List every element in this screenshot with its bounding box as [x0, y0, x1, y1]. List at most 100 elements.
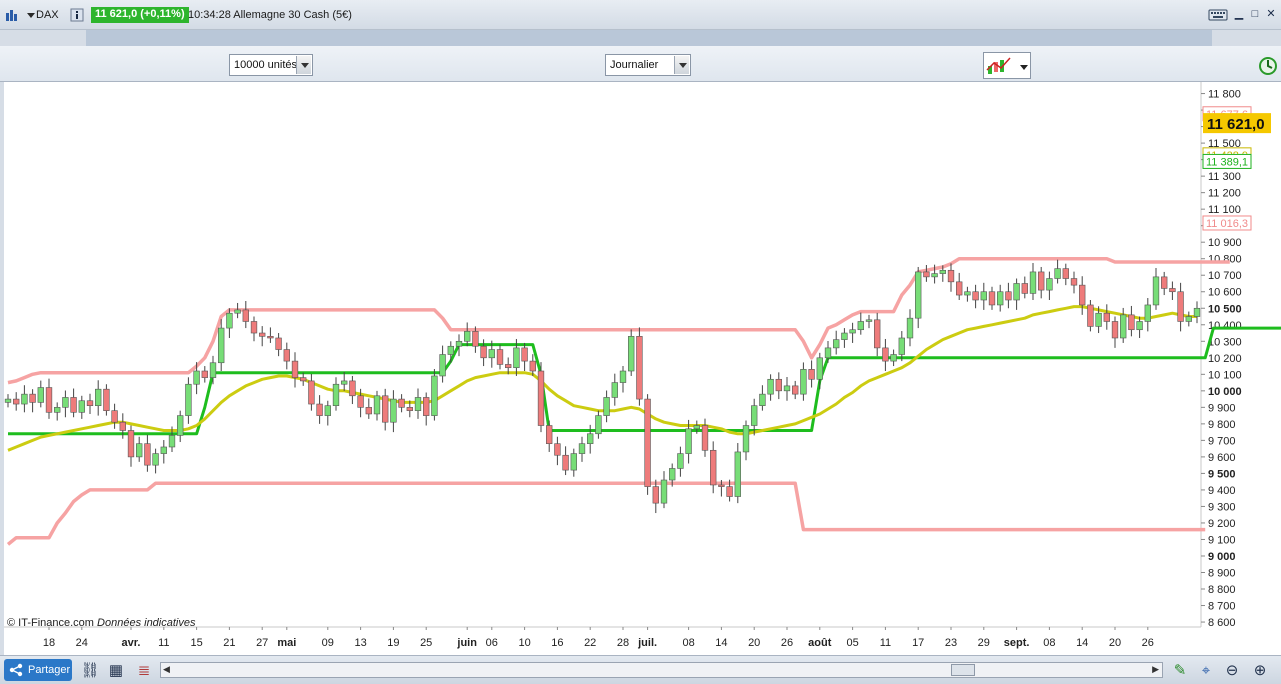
candle	[1013, 283, 1020, 301]
candle	[578, 443, 586, 454]
candle	[767, 378, 774, 395]
candle	[587, 433, 594, 444]
x-tick-label: 14	[1076, 637, 1088, 649]
bars-settings-icon[interactable]: ≣	[134, 661, 154, 681]
candle	[915, 271, 922, 319]
candle	[923, 271, 930, 278]
x-tick-label: 22	[584, 637, 596, 649]
scrollbar-thumb[interactable]	[951, 664, 975, 676]
y-tick-label: 9 100	[1208, 534, 1236, 546]
calculator-icon[interactable]: ▦	[106, 661, 126, 681]
candle	[37, 387, 44, 403]
candle	[546, 425, 553, 444]
candle	[898, 337, 905, 355]
x-tick-label: 26	[781, 637, 793, 649]
y-tick-label: 10 200	[1208, 353, 1242, 365]
scroll-left-icon[interactable]: ◀	[163, 664, 170, 675]
horizontal-scrollbar[interactable]: ◀ ▶	[160, 662, 1163, 678]
watermark-note: Données indicatives	[97, 617, 196, 629]
y-tick-label: 10 500	[1208, 303, 1242, 315]
candlestick-chart[interactable]: 11 80011 70011 60011 50011 40011 30011 2…	[4, 82, 1281, 655]
candle	[988, 291, 996, 306]
title-bar: DAX 11 621,0 (+0,11%) 10:34:28 Allemagne…	[0, 0, 1281, 30]
candle	[947, 269, 955, 283]
candle	[1087, 304, 1094, 327]
chart-type-button[interactable]	[983, 52, 1031, 79]
x-tick-label: 06	[486, 637, 498, 649]
candle	[1029, 271, 1037, 294]
period-select[interactable]: Journalier	[605, 54, 691, 76]
candle	[472, 331, 479, 347]
candle	[1128, 314, 1135, 331]
y-tick-label: 9 900	[1208, 402, 1236, 414]
x-tick-label: 19	[387, 637, 399, 649]
candle	[21, 393, 28, 405]
candle	[800, 369, 807, 395]
x-tick-label: 14	[715, 637, 727, 649]
candle	[718, 484, 725, 487]
scroll-right-icon[interactable]: ▶	[1152, 664, 1159, 675]
x-tick-label: 27	[256, 637, 268, 649]
candle	[86, 400, 94, 406]
zoom-out-icon[interactable]: ⊖	[1222, 661, 1242, 681]
candle	[300, 377, 307, 382]
indicators-icon[interactable]: ⛓	[80, 661, 100, 681]
symbol-label: DAX	[36, 9, 59, 21]
price-chart-area[interactable]: 11 80011 70011 60011 50011 40011 30011 2…	[4, 82, 1281, 655]
chart-type-icon	[986, 57, 1028, 74]
candle	[1111, 321, 1119, 339]
candle	[168, 435, 176, 448]
candle	[439, 354, 446, 377]
x-tick-label: août	[808, 637, 832, 649]
x-tick-label: 10	[518, 637, 530, 649]
candle	[152, 453, 159, 466]
watermark: © IT-Finance.com Données indicatives	[7, 617, 195, 629]
auto-fit-icon[interactable]: ⌖	[1196, 661, 1216, 681]
close-icon[interactable]: ✕	[1264, 8, 1278, 21]
current-price-label: 11 621,0	[1207, 116, 1265, 133]
x-tick-label: 18	[43, 637, 55, 649]
keyboard-icon[interactable]	[1208, 8, 1228, 22]
chart-bars-icon[interactable]	[5, 8, 19, 22]
candle	[1152, 276, 1160, 306]
units-select[interactable]: 10000 unités	[229, 54, 313, 76]
minimize-icon[interactable]: ▁	[1232, 8, 1246, 21]
candle	[234, 309, 241, 314]
x-tick-label: 21	[223, 637, 235, 649]
refresh-icon[interactable]	[1257, 54, 1279, 78]
zoom-in-icon[interactable]: ⊕	[1250, 661, 1270, 681]
x-tick-label: 08	[1043, 637, 1055, 649]
candle	[95, 388, 102, 406]
x-tick-label: mai	[277, 637, 296, 649]
candle	[218, 327, 225, 364]
candle	[660, 479, 668, 504]
maximize-icon[interactable]: □	[1248, 8, 1262, 21]
info-icon[interactable]	[70, 8, 84, 22]
pencil-tool-icon[interactable]: ✎	[1170, 661, 1190, 681]
x-tick-label: 16	[551, 637, 563, 649]
candle	[537, 370, 545, 426]
units-select-value: 10000 unités	[234, 59, 297, 71]
share-button[interactable]: Partager	[4, 659, 72, 681]
watermark-text: © IT-Finance.com	[7, 617, 94, 629]
candle	[824, 347, 832, 359]
candle	[365, 407, 372, 415]
candle	[488, 349, 495, 359]
candle	[398, 398, 405, 408]
candle	[652, 486, 659, 504]
candle	[1193, 307, 1201, 317]
x-tick-label: 23	[945, 637, 957, 649]
candle	[890, 354, 897, 362]
candle	[1070, 278, 1078, 286]
candle	[209, 362, 217, 378]
candle	[78, 400, 85, 413]
candle	[111, 410, 118, 423]
candle	[45, 387, 53, 413]
y-tick-label: 10 000	[1208, 386, 1242, 398]
candle	[964, 291, 971, 296]
candle	[349, 380, 356, 397]
period-select-value: Journalier	[610, 59, 659, 71]
candle	[480, 345, 487, 359]
x-tick-label: 15	[190, 637, 202, 649]
candle	[726, 486, 733, 497]
